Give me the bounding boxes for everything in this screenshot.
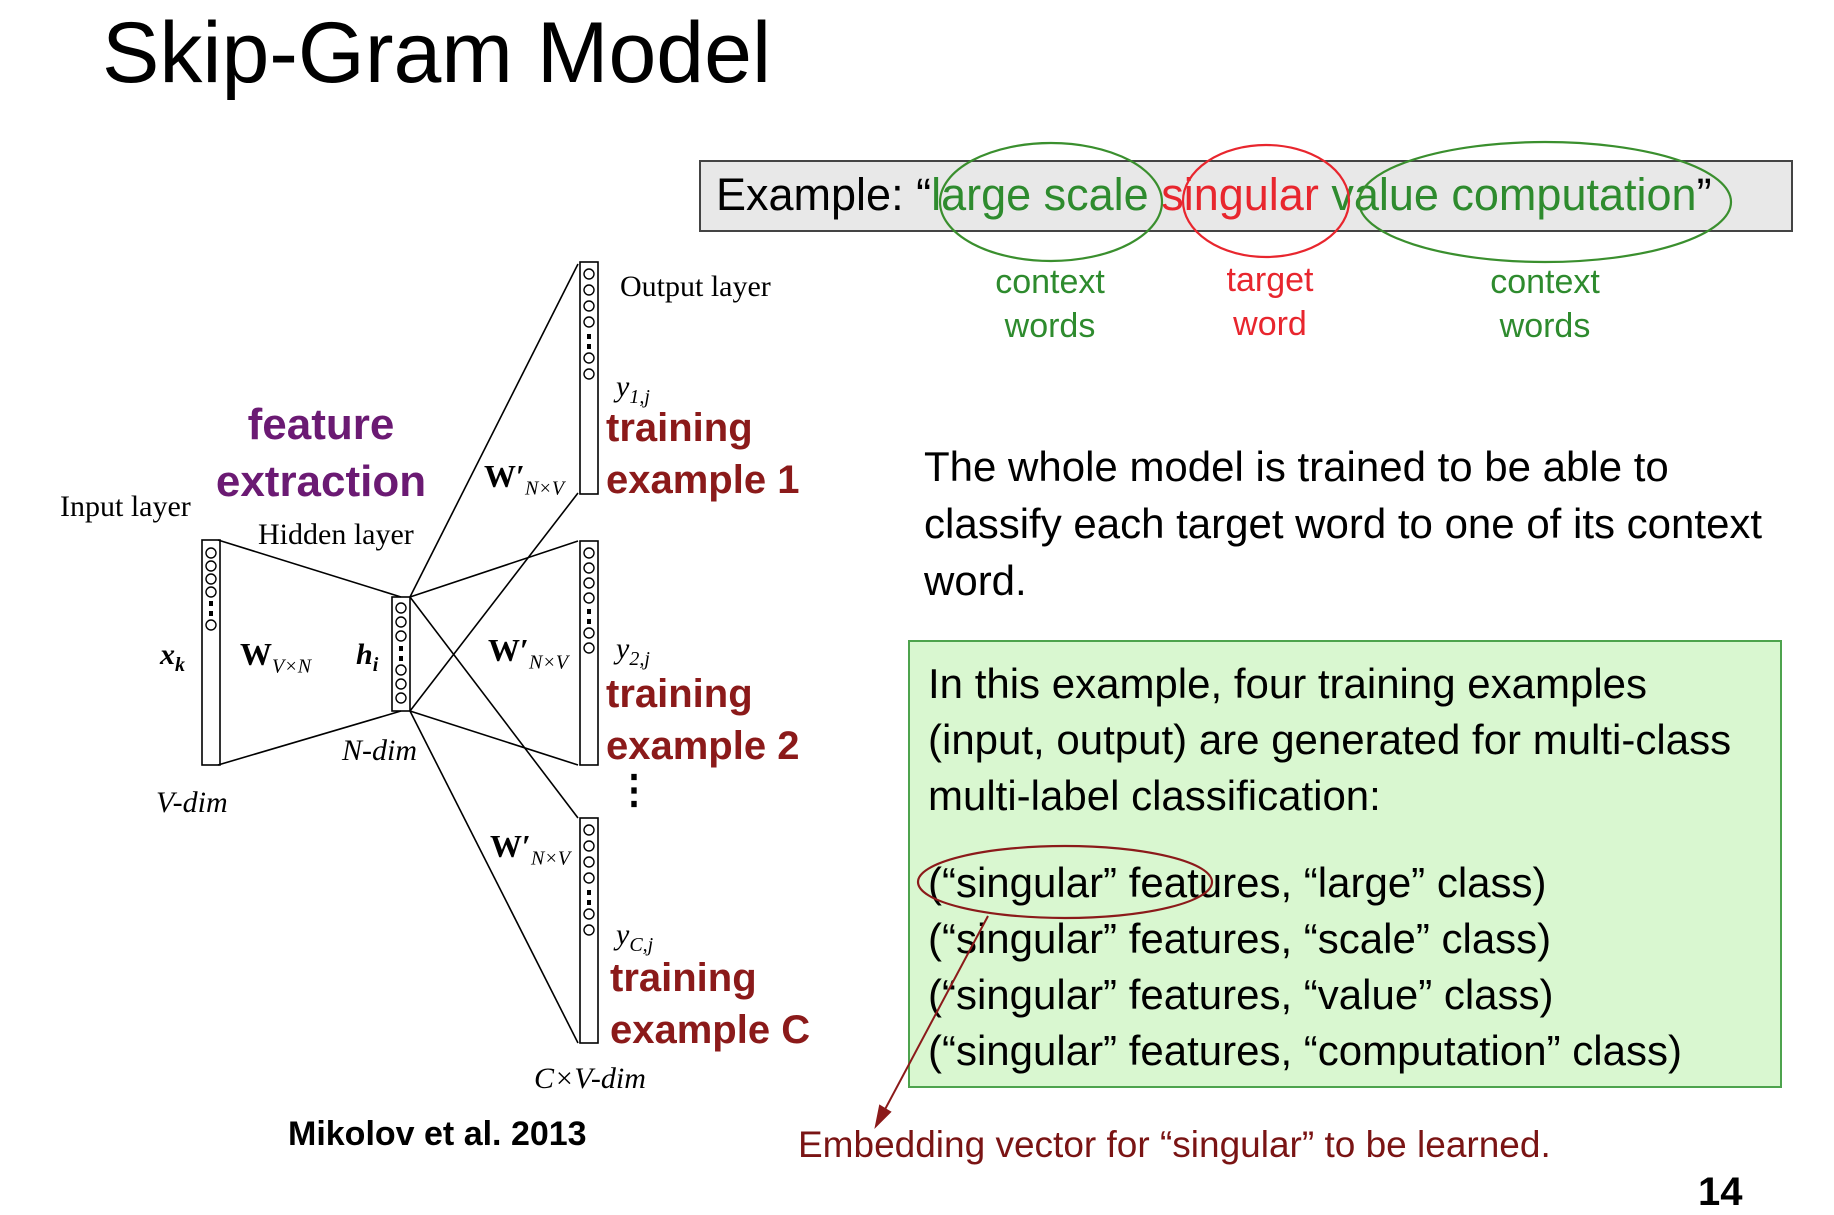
output-c-neuron <box>583 856 595 868</box>
skip-gram-diagram <box>201 140 1733 1130</box>
output-c-neuron <box>583 872 595 884</box>
output-2-neuron <box>583 627 595 639</box>
h-i-symbol: h <box>356 638 373 671</box>
output-layer-c-box <box>579 817 599 1044</box>
training-2-line2: example 2 <box>606 724 800 768</box>
input-ellipsis-dot <box>209 611 213 616</box>
training-example-2-label: training example 2 <box>606 668 799 772</box>
input-neuron <box>205 547 217 559</box>
output-2-neuron <box>583 642 595 654</box>
v-dim-label: V-dim <box>156 786 228 819</box>
output-layer-label: Output layer <box>620 270 771 303</box>
output-c-neuron <box>583 824 595 836</box>
target-ellipse <box>1181 143 1351 259</box>
training-c-line1: training <box>610 956 757 1000</box>
hidden-to-outputc-bottom <box>409 710 579 1044</box>
n-dim-label: N-dim <box>342 734 417 767</box>
training-2-line1: training <box>606 672 753 716</box>
hidden-to-output2-bottom <box>409 710 579 766</box>
hidden-neuron <box>395 692 407 704</box>
output-1-neuron <box>583 316 595 328</box>
output-2-ellipsis-dot <box>587 619 591 624</box>
output-2-neuron <box>583 547 595 559</box>
feature-extraction-line1: feature <box>247 400 395 449</box>
hidden-layer-box <box>391 596 411 712</box>
output-c-neuron <box>583 908 595 920</box>
hidden-neuron <box>395 630 407 642</box>
w-out-subscript-c: N×V <box>531 847 571 870</box>
context-ellipse-right <box>1357 140 1733 264</box>
output-layer-1-box <box>579 261 599 495</box>
training-1-line1: training <box>606 406 753 450</box>
w-out-subscript-1: N×V <box>525 477 565 500</box>
w-out-symbol-2: W′ <box>488 632 529 668</box>
input-neuron <box>205 573 217 585</box>
y-2-label: y2,j <box>616 632 650 671</box>
output-c-neuron <box>583 924 595 936</box>
w-in-subscript: V×N <box>272 655 312 678</box>
w-out-label-c: W′N×V <box>490 828 570 870</box>
input-neuron <box>205 560 217 572</box>
input-neuron <box>205 619 217 631</box>
w-out-label-1: W′N×V <box>484 458 564 500</box>
output-1-neuron <box>583 368 595 380</box>
output-1-ellipsis-dot <box>587 334 591 339</box>
w-out-label-2: W′N×V <box>488 632 568 674</box>
training-example-c-label: training example C <box>610 952 810 1056</box>
output-1-ellipsis-dot <box>587 344 591 349</box>
training-example-1-label: training example 1 <box>606 402 799 506</box>
hidden-neuron <box>395 678 407 690</box>
w-out-symbol-c: W′ <box>490 828 531 864</box>
feature-extraction-line2: extraction <box>215 457 427 506</box>
input-layer-label: Input layer <box>60 490 191 523</box>
output-2-neuron <box>583 562 595 574</box>
output-2-neuron <box>583 577 595 589</box>
training-1-line2: example 1 <box>606 458 800 502</box>
output-2-neuron <box>583 592 595 604</box>
output-c-ellipsis-dot <box>587 890 591 895</box>
output-1-neuron <box>583 352 595 364</box>
feature-extraction-label: feature extraction <box>196 396 446 510</box>
training-c-line2: example C <box>610 1008 811 1052</box>
vertical-ellipsis: ⋮ <box>614 768 654 812</box>
output-1-neuron <box>583 268 595 280</box>
input-neuron <box>205 586 217 598</box>
hidden-neuron <box>395 664 407 676</box>
hidden-ellipsis-dot <box>399 646 403 651</box>
w-in-label: WV×N <box>240 636 311 678</box>
hidden-neuron <box>395 616 407 628</box>
hidden-neuron <box>395 602 407 614</box>
hidden-layer-label: Hidden layer <box>258 518 414 551</box>
embedding-arrow <box>881 915 989 1116</box>
output-1-neuron <box>583 284 595 296</box>
y-1-symbol: y <box>616 370 630 403</box>
hidden-to-output2-top <box>409 540 579 598</box>
y-c-symbol: y <box>616 918 630 951</box>
x-k-subscript: k <box>175 654 185 676</box>
output-c-ellipsis-dot <box>587 900 591 905</box>
y-2-symbol: y <box>616 632 630 665</box>
hidden-to-output1-bottom <box>409 492 579 712</box>
w-in-symbol: W <box>240 636 272 672</box>
output-2-ellipsis-dot <box>587 609 591 614</box>
x-k-label: xk <box>160 638 185 677</box>
cv-dim-label: C×V-dim <box>534 1062 646 1095</box>
context-ellipse-left <box>938 141 1164 263</box>
input-ellipsis-dot <box>209 601 213 606</box>
embedding-arrowhead <box>874 1104 892 1130</box>
w-out-subscript-2: N×V <box>529 651 569 674</box>
output-1-neuron <box>583 300 595 312</box>
h-i-subscript: i <box>372 654 379 676</box>
singular-features-ellipse <box>916 844 1214 920</box>
hidden-ellipsis-dot <box>399 656 403 661</box>
w-out-symbol-1: W′ <box>484 458 525 494</box>
x-k-symbol: x <box>160 638 175 671</box>
y-2-subscript: 2,j <box>629 648 650 670</box>
h-i-label: hi <box>356 638 378 677</box>
hidden-to-outputc-top <box>409 596 579 819</box>
output-c-neuron <box>583 840 595 852</box>
